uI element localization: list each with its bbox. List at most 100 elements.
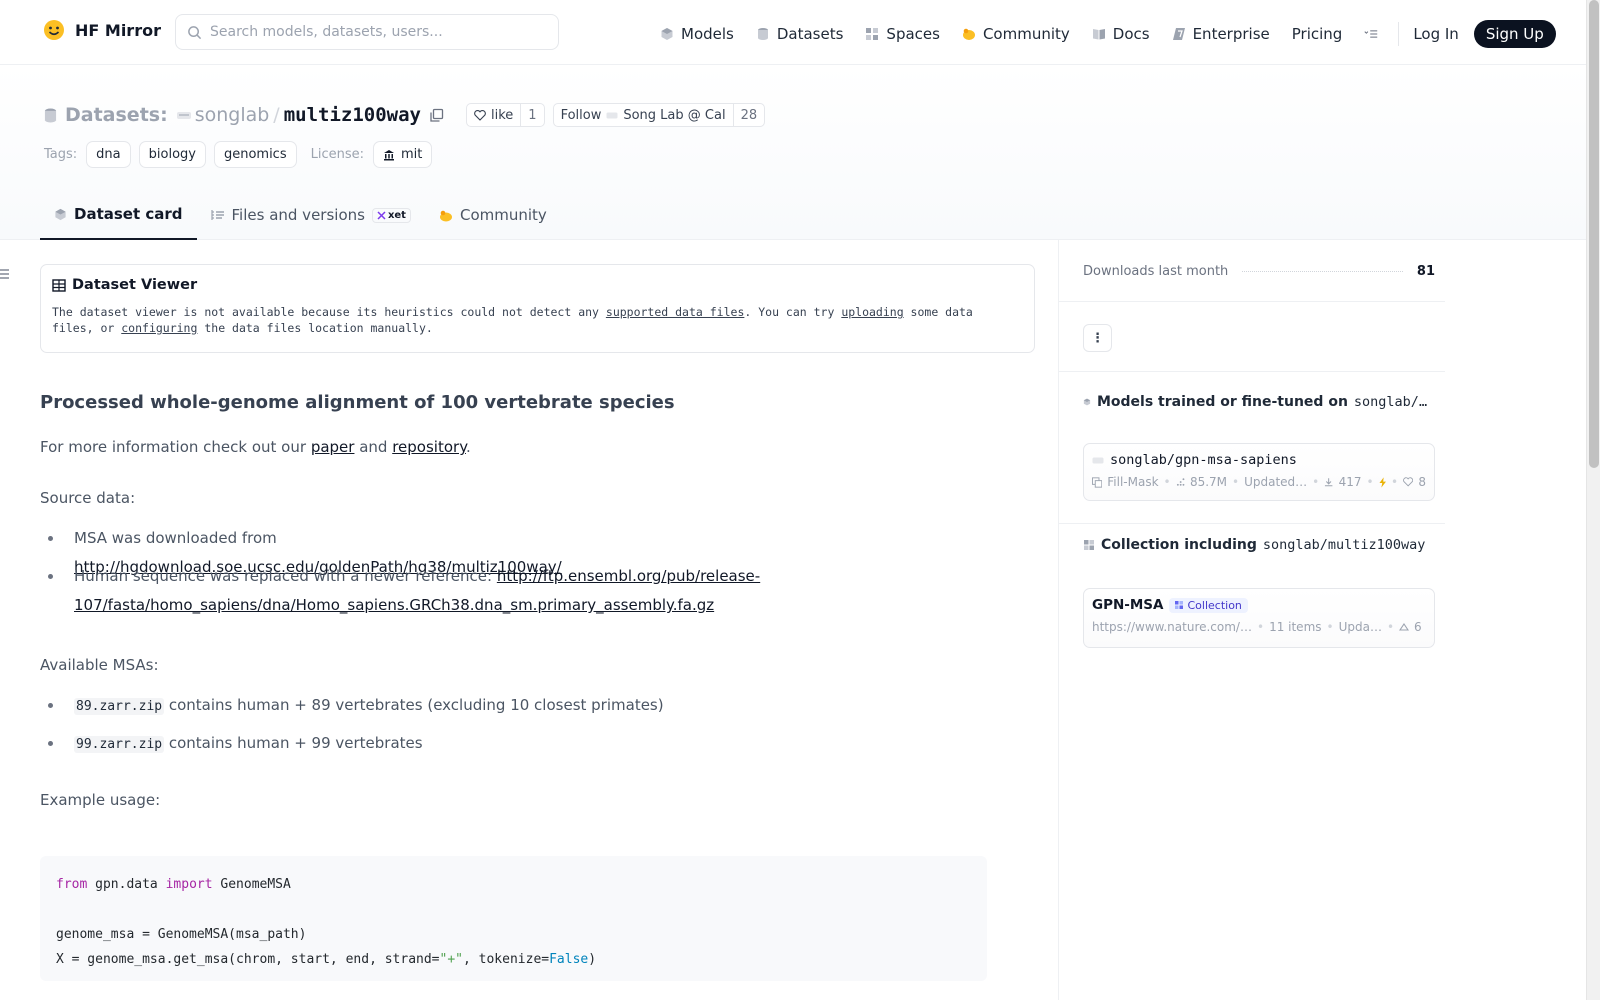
source-data-label: Source data:	[40, 489, 136, 507]
nav-docs[interactable]: Docs	[1092, 25, 1150, 43]
nav-models[interactable]: Models	[660, 25, 734, 43]
list-item: 99.zarr.zip contains human + 99 vertebra…	[48, 729, 768, 759]
tag-dna[interactable]: dna	[86, 141, 131, 168]
page-scrollbar[interactable]	[1586, 0, 1600, 1000]
bullet-text: MSA was downloaded from	[74, 529, 277, 547]
viewer-text-5: the data files location manually.	[197, 321, 433, 335]
models-trained-label: Models trained or fine-tuned on	[1096, 394, 1348, 410]
paper-link[interactable]: paper	[311, 438, 355, 456]
tab-community[interactable]: Community	[425, 190, 561, 240]
meta-separator: •	[1232, 475, 1240, 489]
collection-card-title: GPN-MSA Collection	[1092, 597, 1426, 613]
collection-items: 11 items	[1269, 620, 1322, 634]
license-tag[interactable]: mit	[373, 141, 433, 168]
repo-name-link[interactable]: multiz100way	[284, 104, 421, 126]
bullet-dot	[48, 741, 53, 746]
copy-icon[interactable]	[429, 108, 444, 123]
info-text-and: and	[354, 438, 393, 456]
scrollbar-thumb[interactable]	[1589, 0, 1599, 468]
code-keyword: from	[56, 877, 88, 892]
cube-icon	[55, 208, 66, 220]
repository-link[interactable]: repository	[392, 438, 466, 456]
bullet-dot	[48, 536, 53, 541]
search-input[interactable]	[210, 24, 540, 40]
tab-files[interactable]: Files and versions xet	[197, 190, 425, 240]
collection-url: https://www.nature.com/…	[1092, 620, 1252, 634]
nav-spaces[interactable]: Spaces	[865, 25, 940, 43]
like-button[interactable]: like 1	[465, 103, 545, 127]
nav-more[interactable]	[1364, 27, 1378, 41]
code-text: GenomeMSA	[212, 877, 291, 892]
tab-community-label: Community	[459, 206, 547, 224]
heart-icon	[474, 109, 486, 121]
nav-enterprise-label: Enterprise	[1192, 25, 1270, 43]
downloads-value: 81	[1416, 264, 1435, 279]
fill-mask-icon	[1092, 476, 1103, 488]
ensembl-link-continued[interactable]: 107/fasta/homo_sapiens/dna/Homo_sapiens.…	[74, 596, 714, 614]
cube-icon	[1083, 398, 1091, 406]
model-task: Fill-Mask	[1107, 475, 1159, 489]
code-text: gpn.data	[87, 877, 166, 892]
info-text-pre: For more information check out our	[40, 438, 311, 456]
supported-data-files-link[interactable]: supported data files	[606, 305, 744, 319]
nav-pricing[interactable]: Pricing	[1292, 25, 1343, 43]
license-value: mit	[401, 147, 423, 162]
viewer-text-2: . You can try	[744, 305, 842, 319]
code-keyword: import	[165, 877, 213, 892]
collection-card[interactable]: GPN-MSA Collection https://www.nature.co…	[1083, 588, 1435, 648]
download-icon	[1325, 478, 1333, 487]
tab-files-label: Files and versions	[231, 206, 365, 224]
model-card[interactable]: songlab/gpn-msa-sapiens Fill-Mask • 85.7…	[1083, 443, 1435, 501]
bullet-text: Human sequence was replaced with a newer…	[74, 567, 497, 585]
nav-datasets[interactable]: Datasets	[756, 25, 843, 43]
viewer-text-3: some data	[903, 305, 973, 319]
enterprise-icon	[1172, 28, 1185, 40]
database-icon	[44, 108, 57, 122]
collection-upvotes: 6	[1414, 620, 1422, 634]
uploading-link[interactable]: uploading	[841, 305, 903, 319]
list-item: Human sequence was replaced with a newer…	[48, 562, 768, 620]
collection-ref: songlab/multiz100way	[1262, 537, 1426, 553]
divider	[1059, 301, 1445, 302]
org-avatar-icon	[1092, 457, 1104, 463]
login-link[interactable]: Log In	[1413, 25, 1459, 43]
menu-more-icon	[1364, 30, 1378, 38]
nav-community[interactable]: Community	[962, 25, 1070, 43]
repo-owner-link[interactable]: songlab	[195, 104, 270, 126]
collection-name: GPN-MSA	[1092, 597, 1164, 613]
code-line-3: genome_msa = GenomeMSA(msa_path)	[56, 927, 307, 942]
search-box[interactable]	[175, 14, 559, 50]
info-text-end: .	[465, 438, 471, 456]
tab-dataset-card[interactable]: Dataset card	[40, 190, 197, 240]
tag-biology[interactable]: biology	[138, 141, 206, 168]
collection-icon	[1084, 540, 1094, 550]
meta-separator: •	[1326, 620, 1334, 634]
more-options-button[interactable]: ⋮	[1083, 324, 1112, 352]
meta-separator: •	[1391, 475, 1399, 489]
code-line-4: X = genome_msa.get_msa(chrom, start, end…	[56, 947, 971, 972]
nav-divider	[1398, 22, 1400, 46]
brand[interactable]: HF Mirror	[42, 18, 161, 42]
ensembl-link[interactable]: http://ftp.ensembl.org/pub/release-	[497, 567, 760, 585]
code-line-1: from gpn.data import GenomeMSA	[56, 872, 971, 897]
grid-icon	[866, 28, 879, 40]
hf-logo-icon	[44, 20, 64, 40]
tag-genomics[interactable]: genomics	[213, 141, 297, 168]
configuring-link[interactable]: configuring	[121, 321, 197, 335]
info-paragraph: For more information check out our paper…	[40, 438, 471, 456]
nav-enterprise[interactable]: Enterprise	[1172, 25, 1270, 43]
model-card-meta: Fill-Mask • 85.7M • Updated… • 417 • • 8	[1092, 475, 1426, 489]
dataset-viewer-title-text: Dataset Viewer	[72, 277, 198, 293]
list-item: 89.zarr.zip contains human + 89 vertebra…	[48, 691, 768, 721]
inline-code: 89.zarr.zip	[74, 698, 165, 715]
license-label: License:	[310, 147, 364, 162]
bullet-text: contains human + 99 vertebrates	[164, 734, 423, 752]
database-icon	[757, 28, 768, 40]
follow-button[interactable]: Follow Song Lab @ Cal 28	[552, 103, 766, 127]
repo-tabs: Dataset card Files and versions xet Comm…	[40, 190, 561, 240]
toc-toggle-icon[interactable]	[0, 268, 10, 280]
code-text: , tokenize=	[463, 952, 550, 967]
signup-button[interactable]: Sign Up	[1473, 20, 1556, 48]
repo-slash: /	[273, 104, 280, 126]
code-block[interactable]: from gpn.data import GenomeMSA genome_ms…	[40, 856, 987, 981]
